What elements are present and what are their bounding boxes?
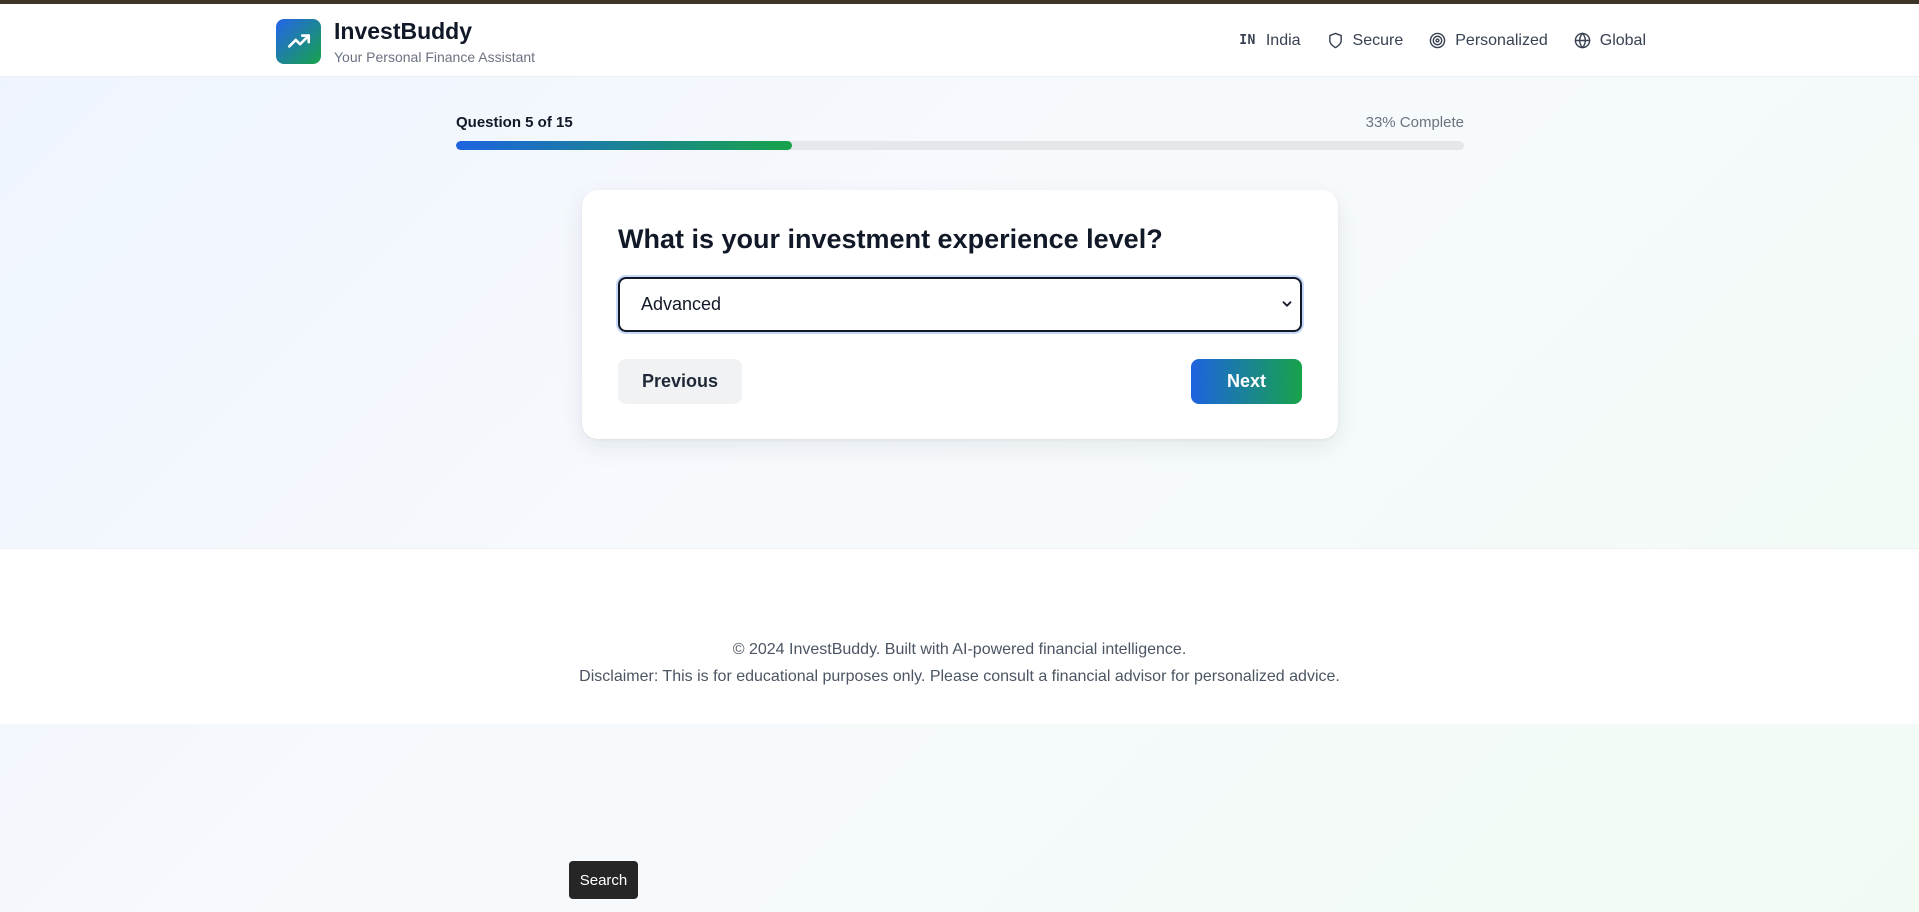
progress-track (456, 141, 1464, 150)
nav-item-india[interactable]: IN India (1239, 32, 1300, 50)
percent-complete: 33% Complete (1365, 114, 1464, 131)
footer-copyright: © 2024 InvestBuddy. Built with AI-powere… (732, 641, 1187, 658)
app-name: InvestBuddy (334, 18, 473, 44)
previous-button[interactable]: Previous (618, 359, 742, 404)
experience-select[interactable]: Advanced (618, 277, 1302, 332)
nav-item-label: Personalized (1455, 31, 1548, 49)
brand[interactable]: InvestBuddy Your Personal Finance Assist… (276, 17, 535, 65)
question-counter: Question 5 of 15 (456, 114, 573, 131)
nav-item-label: India (1265, 31, 1301, 49)
nav-item-global[interactable]: Global (1574, 32, 1646, 50)
globe-icon (1574, 32, 1591, 49)
header-nav: IN India Secure Personalized Global (1213, 4, 1646, 77)
nav-item-label: Global (1599, 31, 1646, 49)
selected-option: Advanced (641, 294, 722, 314)
page-footer: © 2024 InvestBuddy. Built with AI-powere… (0, 548, 1919, 724)
flag-icon: IN (1239, 33, 1256, 48)
chevron-down-icon (1280, 297, 1294, 316)
footer-disclaimer: Disclaimer: This is for educational purp… (579, 668, 1340, 685)
question-card: What is your investment experience level… (582, 190, 1338, 439)
search-tooltip[interactable]: Search (569, 861, 638, 899)
next-button[interactable]: Next (1191, 359, 1302, 404)
app-header: InvestBuddy Your Personal Finance Assist… (0, 4, 1919, 77)
question-text: What is your investment experience level… (618, 224, 1163, 254)
nav-item-personalized[interactable]: Personalized (1429, 32, 1548, 50)
shield-icon (1327, 32, 1344, 49)
app-tagline: Your Personal Finance Assistant (334, 49, 536, 65)
nav-item-label: Secure (1352, 31, 1404, 49)
target-icon (1429, 32, 1446, 49)
nav-item-secure[interactable]: Secure (1327, 31, 1404, 50)
quiz-progress: Question 5 of 15 33% Complete (456, 114, 1464, 150)
trending-up-icon (276, 18, 321, 64)
progress-fill (456, 141, 792, 150)
